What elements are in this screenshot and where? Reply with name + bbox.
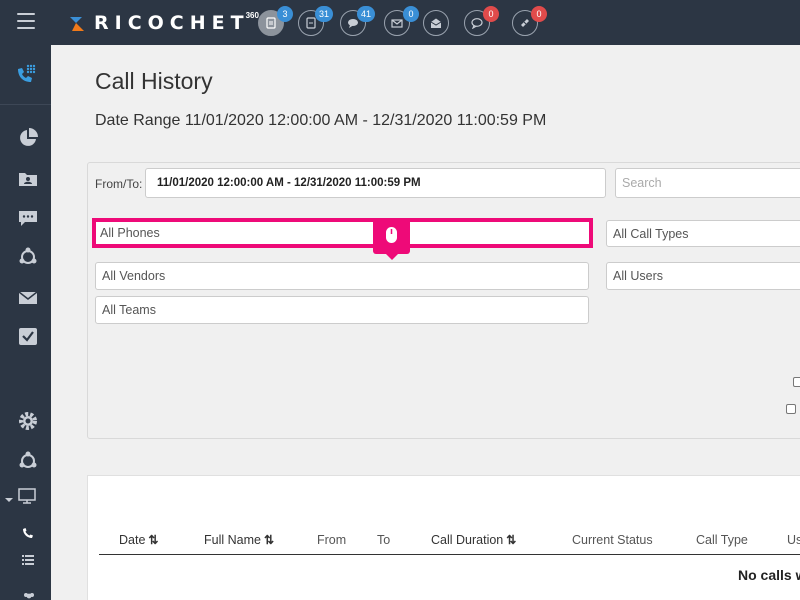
brand-name: RICOCHET: [94, 12, 250, 34]
documents-icon[interactable]: 3: [258, 6, 293, 36]
phone-icon[interactable]: [22, 526, 44, 548]
column-header-full-name[interactable]: Full Name ⇅: [204, 533, 274, 547]
pie-chart-icon[interactable]: [18, 128, 40, 150]
click-indicator-tooltip: [373, 218, 410, 260]
documents-count-badge: 3: [277, 6, 293, 22]
chat-count-badge: 41: [356, 6, 375, 22]
search-input[interactable]: Search: [615, 168, 800, 198]
date-range-input[interactable]: 11/01/2020 12:00:00 AM - 12/31/2020 11:0…: [145, 168, 606, 198]
mail-count-badge: 0: [403, 6, 419, 22]
column-header-current-status[interactable]: Current Status: [572, 533, 653, 547]
brand-superscript: 360: [245, 10, 259, 20]
envelope-icon[interactable]: [18, 288, 40, 310]
network-icon[interactable]: [18, 247, 40, 269]
integrations-icon[interactable]: [18, 451, 40, 473]
checklist-icon[interactable]: [18, 326, 40, 348]
mouse-icon: [386, 227, 397, 243]
brand-logo[interactable]: RICOCHET 360: [68, 9, 263, 37]
users-select[interactable]: All Users: [606, 262, 800, 290]
filter-panel: From/To: 11/01/2020 12:00:00 AM - 12/31/…: [87, 162, 800, 439]
call-types-select[interactable]: All Call Types: [606, 220, 800, 247]
file-count-badge: 31: [314, 6, 333, 22]
file-icon[interactable]: 31: [298, 6, 333, 36]
left-sidebar: [0, 45, 51, 600]
mail-icon[interactable]: 0: [384, 6, 419, 36]
column-header-to[interactable]: To: [377, 533, 390, 547]
phones-select[interactable]: All Phones: [92, 218, 593, 248]
monitor-icon[interactable]: [18, 488, 40, 510]
sort-icon[interactable]: ⇅: [148, 533, 158, 547]
comment-count-badge: 0: [483, 6, 499, 22]
page-title: Call History: [95, 68, 213, 94]
chat-bubbles-icon[interactable]: 41: [340, 6, 375, 36]
teams-select[interactable]: All Teams: [95, 296, 589, 324]
column-header-user[interactable]: Us: [787, 533, 800, 547]
contacts-folder-icon[interactable]: [18, 169, 40, 191]
users-icon[interactable]: [22, 590, 44, 600]
ticket-icon[interactable]: 0: [512, 6, 547, 36]
ricochet-logo-icon: [68, 13, 88, 33]
column-header-call-type[interactable]: Call Type: [696, 533, 748, 547]
ticket-count-badge: 0: [531, 6, 547, 22]
sort-icon[interactable]: ⇅: [506, 533, 516, 547]
list-icon[interactable]: [22, 553, 44, 575]
sidebar-header: [0, 45, 51, 105]
main-content: Call History Date Range 11/01/2020 12:00…: [51, 45, 800, 600]
settings-gear-icon[interactable]: [18, 411, 40, 433]
top-navigation-bar: RICOCHET 360 3 31 41 0 0 0: [0, 0, 800, 45]
phone-keypad-icon[interactable]: [15, 63, 37, 85]
hamburger-menu-icon[interactable]: [17, 13, 35, 29]
comment-icon[interactable]: 0: [464, 6, 499, 36]
sort-icon[interactable]: ⇅: [264, 533, 274, 547]
column-header-call-duration[interactable]: Call Duration ⇅: [431, 533, 516, 547]
caret-down-icon[interactable]: [5, 491, 13, 513]
header-divider: [99, 554, 800, 555]
call-history-table: Date ⇅ Full Name ⇅ From To Call Duration ⇅ …: [87, 475, 800, 600]
from-to-label: From/To:: [95, 177, 143, 191]
option-checkbox-1[interactable]: [793, 377, 800, 387]
empty-table-message: No calls w: [738, 567, 800, 583]
vendors-select[interactable]: All Vendors: [95, 262, 589, 290]
open-mail-icon[interactable]: [423, 10, 449, 36]
chat-icon[interactable]: [18, 208, 40, 230]
column-header-date[interactable]: Date ⇅: [119, 533, 158, 547]
date-range-text: Date Range 11/01/2020 12:00:00 AM - 12/3…: [95, 112, 547, 129]
option-checkbox-2[interactable]: [786, 404, 796, 414]
column-header-from[interactable]: From: [317, 533, 346, 547]
